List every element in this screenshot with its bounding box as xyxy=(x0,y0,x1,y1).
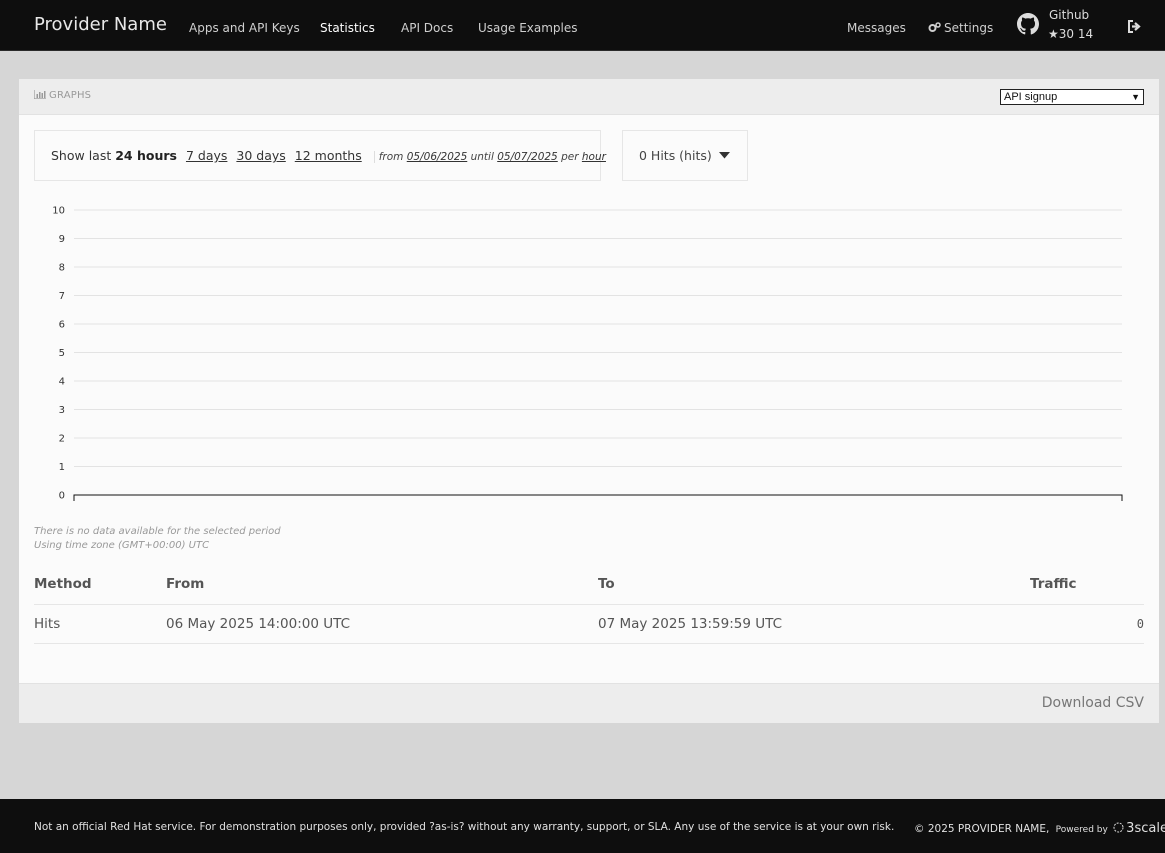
col-to: To xyxy=(598,565,1030,605)
cell-traffic: 0 xyxy=(1030,604,1144,644)
metric-select[interactable]: API signup ▼ xyxy=(1000,89,1144,105)
period-option-7-days[interactable]: 7 days xyxy=(186,148,227,163)
nav-statistics[interactable]: Statistics xyxy=(320,21,375,35)
period-selector: Show last 24 hours 7 days 30 days 12 mon… xyxy=(34,130,606,181)
github-icon xyxy=(1017,13,1039,35)
powered-by-brand[interactable]: 3scale xyxy=(1126,821,1165,836)
y-tick-label: 3 xyxy=(59,405,65,416)
y-tick-label: 7 xyxy=(59,291,65,302)
y-tick-label: 10 xyxy=(52,206,65,217)
nav-apps-and-api-keys[interactable]: Apps and API Keys xyxy=(189,21,300,35)
footer-copyright: © 2025 PROVIDER NAME, Powered by 3scale xyxy=(914,821,1165,836)
until-date[interactable]: 05/07/2025 xyxy=(497,151,558,163)
hits-chart: 0 1 2 3 4 5 6 7 8 9 10 xyxy=(52,206,1123,502)
period-current: 24 hours xyxy=(115,148,177,163)
period-option-30-days[interactable]: 30 days xyxy=(236,148,285,163)
date-range: from 05/06/2025 until 05/07/2025 per hou… xyxy=(373,151,606,163)
col-traffic: Traffic xyxy=(1030,565,1144,605)
chart-notes: There is no data available for the selec… xyxy=(34,525,281,553)
per-label: per xyxy=(561,151,579,163)
y-tick-label: 9 xyxy=(59,234,65,245)
cell-to: 07 May 2025 13:59:59 UTC xyxy=(598,604,1030,644)
table-header-row: Method From To Traffic xyxy=(34,565,1144,605)
until-label: until xyxy=(470,151,494,163)
from-label: from xyxy=(378,151,404,163)
footer-disclaimer: Not an official Red Hat service. For dem… xyxy=(34,821,895,833)
period-option-12-months[interactable]: 12 months xyxy=(295,148,362,163)
timezone-note: Using time zone (GMT+00:00) UTC xyxy=(34,540,210,551)
panel-title-text: GRAPHS xyxy=(49,90,92,101)
brand-name[interactable]: Provider Name xyxy=(34,14,167,35)
col-from: From xyxy=(166,565,598,605)
col-method: Method xyxy=(34,565,166,605)
y-tick-label: 5 xyxy=(59,348,65,359)
nav-usage-examples[interactable]: Usage Examples xyxy=(478,21,578,35)
panel-header: GRAPHS API signup ▼ xyxy=(19,79,1159,115)
summary-table: Method From To Traffic Hits 06 May 2025 … xyxy=(34,565,1144,644)
sign-out-icon[interactable] xyxy=(1127,20,1142,33)
nav-messages[interactable]: Messages xyxy=(847,21,906,35)
bar-chart-icon xyxy=(33,90,46,100)
nav-settings[interactable]: Settings xyxy=(928,21,993,35)
hits-dropdown[interactable]: 0 Hits (hits) xyxy=(622,130,748,181)
chevron-down-icon: ▼ xyxy=(1131,92,1140,102)
github-link[interactable]: Github ★30 14 xyxy=(1017,7,1117,45)
y-tick-label: 0 xyxy=(59,491,65,502)
copyright-text: © 2025 PROVIDER NAME, xyxy=(914,823,1050,835)
cell-from: 06 May 2025 14:00:00 UTC xyxy=(166,604,598,644)
y-tick-label: 1 xyxy=(59,462,65,473)
x-axis-line xyxy=(73,494,1123,501)
3scale-logo-icon xyxy=(1113,822,1124,833)
panel-footer: Download CSV xyxy=(19,683,1159,723)
from-date[interactable]: 05/06/2025 xyxy=(407,151,468,163)
gears-icon xyxy=(928,22,941,32)
hits-dropdown-label: 0 Hits (hits) xyxy=(639,148,712,163)
page-footer: Not an official Red Hat service. For dem… xyxy=(0,799,1165,853)
top-navbar: Provider Name Apps and API Keys Statisti… xyxy=(0,0,1165,51)
y-tick-label: 6 xyxy=(59,320,65,331)
y-tick-label: 8 xyxy=(59,263,65,274)
y-tick-label: 4 xyxy=(59,377,65,388)
github-stats-value: 30 14 xyxy=(1058,27,1094,41)
metric-select-value: API signup xyxy=(1004,91,1058,103)
y-tick-label: 2 xyxy=(59,434,65,445)
caret-down-icon xyxy=(718,152,730,159)
download-csv-link[interactable]: Download CSV xyxy=(1042,695,1144,711)
github-stats: ★30 14 xyxy=(1048,27,1093,41)
empty-data-note: There is no data available for the selec… xyxy=(34,526,281,537)
cell-method: Hits xyxy=(34,604,166,644)
granularity-unit[interactable]: hour xyxy=(582,151,606,163)
panel-title: GRAPHS xyxy=(33,90,92,101)
settings-label: Settings xyxy=(944,21,994,35)
show-last-label: Show last xyxy=(51,148,112,163)
nav-api-docs[interactable]: API Docs xyxy=(401,21,453,35)
table-row: Hits 06 May 2025 14:00:00 UTC 07 May 202… xyxy=(34,604,1144,644)
powered-by-label: Powered by xyxy=(1055,825,1108,835)
github-label: Github xyxy=(1049,8,1090,22)
star-icon: ★ xyxy=(1048,27,1059,41)
